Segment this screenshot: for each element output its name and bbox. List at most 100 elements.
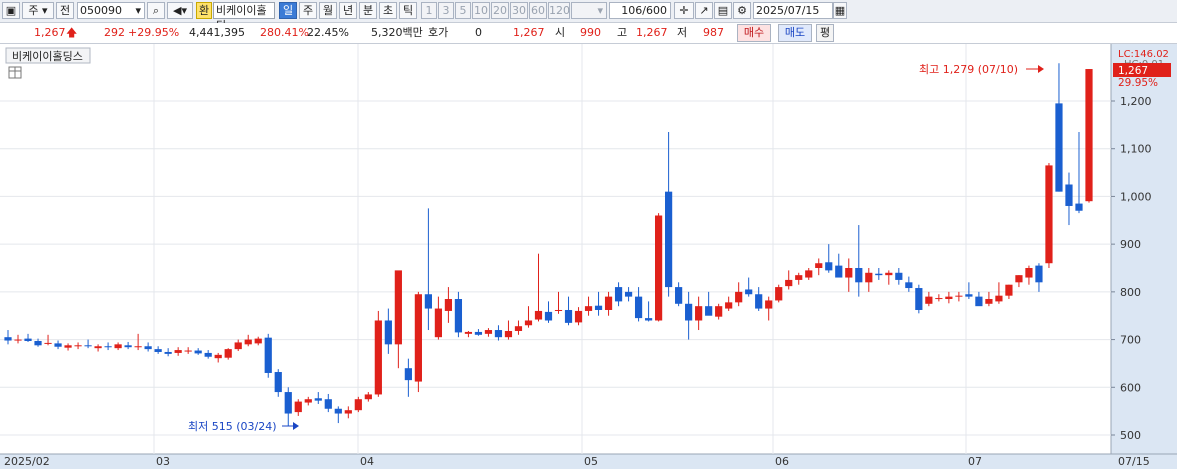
candlestick-chart[interactable]: 500 600 700 800 900 1,000 1,100 1,200 2025/02 03… xyxy=(0,44,1177,469)
candle-body xyxy=(144,346,152,350)
candle-body xyxy=(544,311,553,321)
speaker-icon[interactable]: ◀▾ xyxy=(167,2,193,19)
x-tick-label: 05 xyxy=(584,455,598,468)
layout-icon[interactable]: ▣ xyxy=(2,2,20,19)
candle-body xyxy=(414,294,422,382)
candle-body xyxy=(825,262,833,271)
period-tab-minute[interactable]: 분 xyxy=(359,2,377,19)
stock-name-field: 비케이이홀딩 xyxy=(213,2,275,32)
candle-body xyxy=(695,306,703,321)
draw-tool-icon[interactable]: ↗ xyxy=(695,2,713,19)
candle-body xyxy=(154,349,162,352)
candle-body xyxy=(614,287,623,302)
candle-body xyxy=(1005,284,1013,296)
candle-body xyxy=(234,342,242,350)
y-tick-label: 1,200 xyxy=(1120,95,1152,108)
hoga-price: 1,267 xyxy=(513,26,545,39)
market-select[interactable]: 주 ▾ xyxy=(22,2,54,19)
candle-body xyxy=(554,309,563,311)
candle-body xyxy=(634,296,643,319)
count-input[interactable]: 106/600 xyxy=(609,2,671,19)
candle-body xyxy=(885,272,893,276)
gear-icon[interactable]: ⚙ xyxy=(733,2,751,19)
candle-body xyxy=(44,342,52,344)
minute-option-120[interactable]: 120 xyxy=(548,2,570,19)
x-tick-label: 07 xyxy=(968,455,982,468)
minute-option-60[interactable]: 60 xyxy=(529,2,547,19)
candle-body xyxy=(815,263,823,268)
up-arrow-icon: 🡅 xyxy=(66,26,78,39)
candle-body xyxy=(845,268,853,278)
eval-button[interactable]: 평 xyxy=(816,24,834,42)
candle-body xyxy=(294,401,302,413)
candle-body xyxy=(204,352,212,357)
candle-body xyxy=(14,339,22,341)
candle-body xyxy=(1065,184,1073,206)
stock-code-input[interactable]: 050090 ▾ xyxy=(77,2,145,19)
crosshair-icon[interactable]: ✛ xyxy=(674,2,694,19)
candle-body xyxy=(624,291,633,297)
candle-body xyxy=(434,308,443,338)
sell-button[interactable]: 매도 xyxy=(778,24,812,42)
candle-body xyxy=(484,330,493,334)
minute-option-1[interactable]: 1 xyxy=(421,2,437,19)
period-tab-day[interactable]: 일 xyxy=(279,2,297,19)
chart-svg[interactable]: 500 600 700 800 900 1,000 1,100 1,200 2025/02 03… xyxy=(0,44,1177,469)
candle-body xyxy=(564,309,573,323)
candle-body xyxy=(504,330,513,338)
buy-button[interactable]: 매수 xyxy=(737,24,771,42)
candle-body xyxy=(124,345,132,348)
candle-body xyxy=(134,346,142,348)
candle-body xyxy=(404,368,412,381)
candle-body xyxy=(454,299,463,333)
candle-body xyxy=(274,372,282,393)
period-tab-second[interactable]: 초 xyxy=(379,2,397,19)
prev-button[interactable]: 전 xyxy=(56,2,74,19)
count-max: /600 xyxy=(642,4,667,17)
candle-body xyxy=(24,338,32,342)
candle-body xyxy=(935,298,943,300)
candle-body xyxy=(84,345,92,347)
candle-body xyxy=(264,337,272,373)
candle-body xyxy=(304,399,312,403)
candle-body xyxy=(1045,165,1053,264)
candle-body xyxy=(64,345,72,348)
candle-body xyxy=(705,306,713,316)
candle-body xyxy=(244,339,252,345)
candle-body xyxy=(374,320,382,395)
currency-toggle[interactable]: 환 xyxy=(196,2,212,19)
save-icon[interactable]: ▤ xyxy=(714,2,732,19)
minute-option-20[interactable]: 20 xyxy=(491,2,509,19)
candle-body xyxy=(324,399,332,409)
plot-background xyxy=(0,44,1111,469)
minute-option-3[interactable]: 3 xyxy=(438,2,454,19)
period-tab-month[interactable]: 월 xyxy=(319,2,337,19)
candle-body xyxy=(644,318,653,321)
x-tick-label: 07/15 xyxy=(1118,455,1150,468)
period-tab-year[interactable]: 년 xyxy=(339,2,357,19)
period-tab-week[interactable]: 주 xyxy=(299,2,317,19)
candle-body xyxy=(1085,69,1093,202)
candle-body xyxy=(54,343,62,347)
x-tick-label: 2025/02 xyxy=(4,455,50,468)
candle-body xyxy=(384,320,392,345)
minute-custom-select[interactable]: ▾ xyxy=(571,2,607,19)
candle-body xyxy=(464,331,473,334)
volume-ratio: 280.41% xyxy=(260,26,309,39)
minute-option-5[interactable]: 5 xyxy=(455,2,471,19)
candle-body xyxy=(34,341,42,346)
candle-body xyxy=(114,344,122,349)
minute-option-10[interactable]: 10 xyxy=(472,2,490,19)
candle-body xyxy=(795,275,803,280)
candle-body xyxy=(1075,203,1083,211)
search-icon[interactable]: ⌕ xyxy=(147,2,165,19)
calendar-icon[interactable]: ▦ xyxy=(833,2,847,19)
date-input[interactable]: 2025/07/15 xyxy=(753,2,833,19)
candle-body xyxy=(4,337,12,341)
toolbar: ▣ 주 ▾ 전 050090▾ ⌕ ◀▾ 환 비케이이홀딩 일 주 월 년 분 … xyxy=(0,0,1177,32)
price-change: 292 xyxy=(104,26,125,39)
candle-body xyxy=(514,326,523,331)
chevron-down-icon[interactable]: ▾ xyxy=(135,3,144,18)
period-tab-tick[interactable]: 틱 xyxy=(399,2,417,19)
minute-option-30[interactable]: 30 xyxy=(510,2,528,19)
